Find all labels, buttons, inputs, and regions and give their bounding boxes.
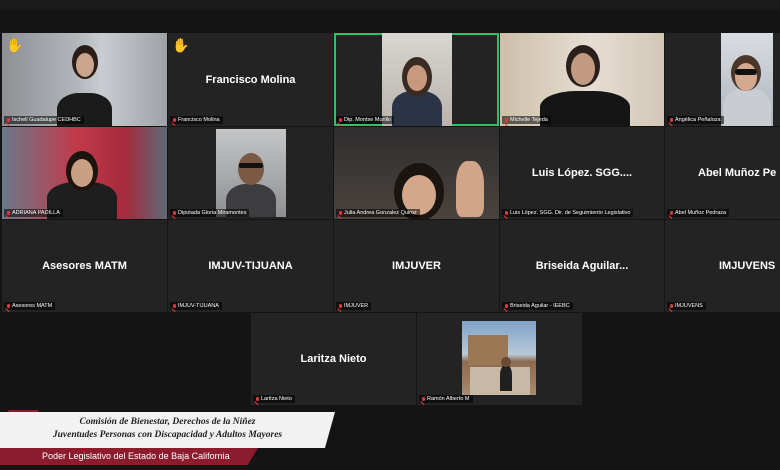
participant-display-name: Abel Muñoz Pe <box>698 167 777 179</box>
participant-video <box>216 129 286 217</box>
mic-muted-icon <box>6 210 10 216</box>
participant-tile[interactable]: Angélica Peñaloza <box>665 33 780 126</box>
mic-muted-icon <box>6 303 10 309</box>
participant-name-label: ADRIANA PADILLA <box>4 209 63 217</box>
participant-name-label: Luis López. SGG. Dir. de Seguimiento Leg… <box>502 209 634 217</box>
participant-name-label: Julia Andrea Gonzalez Quiroz <box>336 209 420 217</box>
participant-display-name: Asesores MATM <box>42 260 127 272</box>
banner-footer: Poder Legislativo del Estado de Baja Cal… <box>0 448 258 465</box>
participant-video <box>721 33 773 126</box>
participant-name-label: Diputada Gloria Miramontes <box>170 209 250 217</box>
mic-muted-icon <box>504 303 508 309</box>
participant-tile[interactable]: Michelle Tejeda <box>500 33 664 126</box>
participant-tile[interactable]: Luis López. SGG.... Luis López. SGG. Dir… <box>500 127 664 219</box>
participant-video <box>462 321 536 395</box>
mic-muted-icon <box>338 210 342 216</box>
participant-tile[interactable]: IMJUV-TIJUANA IMJUV-TIJUANA <box>168 220 333 312</box>
participant-name-label: Ischell Guadalupe CEDHBC <box>4 116 84 124</box>
mic-muted-icon <box>669 117 673 123</box>
banner-footer-text: Poder Legislativo del Estado de Baja Cal… <box>42 451 230 461</box>
participant-video <box>2 127 167 219</box>
participant-tile[interactable]: ✋ Francisco Molina Francisco Molina <box>168 33 333 126</box>
participant-video <box>334 127 499 219</box>
participant-tile[interactable]: Asesores MATM Asesores MATM <box>2 220 167 312</box>
participant-name-label: IMJUV-TIJUANA <box>170 302 222 310</box>
mic-muted-icon <box>172 303 176 309</box>
participant-tile[interactable]: Diputada Gloria Miramontes <box>168 127 333 219</box>
lower-third-banner: Comisión de Bienestar, Derechos de la Ni… <box>0 412 335 448</box>
participant-tile[interactable]: IMJUVER IMJUVER <box>334 220 499 312</box>
participant-tile[interactable]: Abel Muñoz Pe Abel Muñoz Pedraza <box>665 127 780 219</box>
participant-name-label: Briseida Aguilar - IEEBC <box>502 302 573 310</box>
mic-muted-icon <box>669 210 673 216</box>
participant-name-label: Laritza Nieto <box>253 395 295 403</box>
mic-muted-icon <box>6 117 10 123</box>
participant-display-name: IMJUV-TIJUANA <box>208 260 293 272</box>
participant-video <box>2 33 167 126</box>
participant-name-label: IMJUVENS <box>667 302 706 310</box>
participant-display-name: IMJUVENS <box>719 260 776 272</box>
participant-name-label: Francisco Molina <box>170 116 223 124</box>
participant-name-label: Dip. Montse Murillo <box>336 116 395 124</box>
mic-muted-icon <box>172 117 176 123</box>
participant-tile[interactable]: Briseida Aguilar... Briseida Aguilar - I… <box>500 220 664 312</box>
mic-muted-icon <box>669 303 673 309</box>
participant-video <box>382 33 452 126</box>
mic-muted-icon <box>338 117 342 123</box>
participant-display-name: IMJUVER <box>392 260 441 272</box>
participant-name-label: Angélica Peñaloza <box>667 116 724 124</box>
participant-name-label: Michelle Tejeda <box>502 116 551 124</box>
participant-display-name: Francisco Molina <box>205 73 296 86</box>
participant-name-label: Ramón Alberto M <box>419 395 473 403</box>
participant-tile[interactable]: ADRIANA PADILLA <box>2 127 167 219</box>
banner-title-line2: Juventudes Personas con Discapacidad y A… <box>52 430 283 440</box>
participant-tile-active-speaker[interactable]: Dip. Montse Murillo <box>334 33 499 126</box>
participant-name-label: Asesores MATM <box>4 302 56 310</box>
participant-tile[interactable]: IMJUVENS IMJUVENS <box>665 220 780 312</box>
participant-display-name: Luis López. SGG.... <box>531 167 633 179</box>
participant-tile[interactable]: Ramón Alberto M <box>417 313 582 405</box>
raised-hand-icon: ✋ <box>6 37 24 53</box>
participant-display-name: Briseida Aguilar... <box>535 260 629 272</box>
mic-muted-icon <box>504 117 508 123</box>
mic-muted-icon <box>255 396 259 402</box>
banner-title-line1: Comisión de Bienestar, Derechos de la Ni… <box>79 417 256 427</box>
mic-muted-icon <box>172 210 176 216</box>
participant-name-label: IMJUVER <box>336 302 372 310</box>
participant-video <box>500 33 664 126</box>
participant-tile[interactable]: Julia Andrea Gonzalez Quiroz <box>334 127 499 219</box>
mic-muted-icon <box>421 396 425 402</box>
mic-muted-icon <box>338 303 342 309</box>
participant-tile[interactable]: ✋ Ischell Guadalupe CEDHBC <box>2 33 167 126</box>
participant-display-name: Laritza Nieto <box>300 353 367 365</box>
participant-name-label: Abel Muñoz Pedraza <box>667 209 730 217</box>
raised-hand-icon: ✋ <box>172 37 190 53</box>
window-top-bar <box>0 0 780 10</box>
participant-tile[interactable]: Laritza Nieto Laritza Nieto <box>251 313 416 405</box>
mic-muted-icon <box>504 210 508 216</box>
